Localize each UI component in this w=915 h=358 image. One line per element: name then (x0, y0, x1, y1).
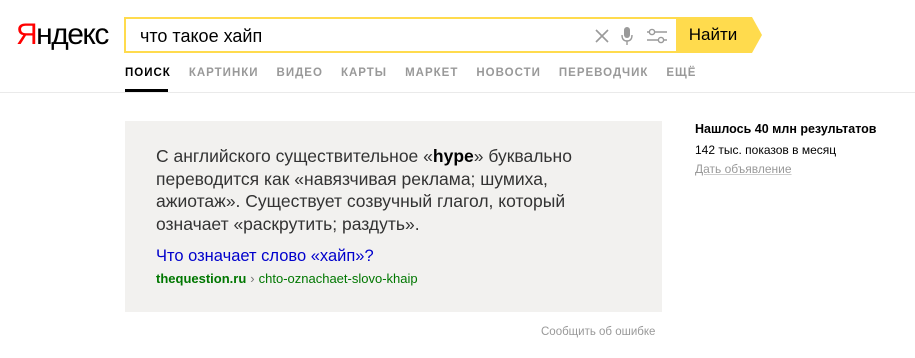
yandex-logo[interactable]: Яндекс (16, 18, 109, 51)
search-input[interactable] (140, 26, 580, 46)
logo-first-letter: Я (16, 18, 38, 51)
answer-source-link[interactable]: Что означает слово «хайп»? (156, 246, 374, 266)
tab-more[interactable]: Ещё (666, 66, 696, 80)
report-error-link[interactable]: Сообщить об ошибке (541, 326, 655, 338)
tab-search[interactable]: Поиск (125, 66, 171, 80)
microphone-icon[interactable] (620, 26, 634, 46)
search-tabs: Поиск Картинки Видео Карты Маркет Новост… (125, 66, 714, 80)
answer-card: С английского существительное «hype» бук… (125, 121, 662, 312)
header-divider (0, 92, 915, 93)
answer-text-before: С английского существительное « (156, 146, 433, 166)
results-count: Нашлось 40 млн результатов (695, 122, 877, 136)
tab-news[interactable]: Новости (476, 66, 541, 80)
monthly-shows: 142 тыс. показов в месяц (695, 143, 837, 157)
source-path[interactable]: chto-oznachaet-slovo-khaip (259, 271, 418, 286)
tab-images[interactable]: Картинки (189, 66, 259, 80)
answer-text: С английского существительное «hype» бук… (156, 145, 636, 235)
logo-rest: ндекс (36, 18, 109, 51)
close-icon[interactable] (593, 26, 611, 46)
tab-video[interactable]: Видео (277, 66, 323, 80)
source-domain[interactable]: thequestion.ru (156, 271, 246, 286)
filter-icon[interactable] (645, 26, 669, 46)
tab-market[interactable]: Маркет (405, 66, 458, 80)
answer-source-url: thequestion.ru › chto-oznachaet-slovo-khai… (156, 271, 418, 287)
search-bar: Найти (124, 17, 764, 53)
answer-term: hype (432, 146, 474, 166)
search-box (124, 17, 676, 53)
place-ad-link[interactable]: Дать объявление (695, 162, 792, 176)
tab-maps[interactable]: Карты (341, 66, 387, 80)
find-button[interactable]: Найти (676, 17, 762, 53)
source-separator: › (250, 271, 255, 286)
tab-translator[interactable]: Переводчик (559, 66, 649, 80)
